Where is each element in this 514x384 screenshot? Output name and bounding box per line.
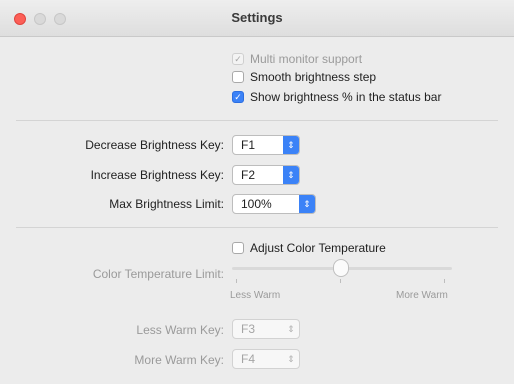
multi-monitor-label: Multi monitor support <box>250 52 363 66</box>
more-warm-key-label: More Warm Key: <box>134 353 224 367</box>
stepper-arrows-icon: ⇕ <box>287 353 295 364</box>
slider-tick <box>340 279 341 283</box>
more-warm-key-value: F4 <box>241 352 256 366</box>
multi-monitor-checkbox: ✓ <box>232 53 244 65</box>
window-title: Settings <box>231 10 283 25</box>
title-bar[interactable]: Settings <box>0 0 514 37</box>
more-warm-key-select[interactable]: F4 ⇕ <box>232 349 300 369</box>
stepper-arrows-icon: ⇕ <box>299 195 315 213</box>
decrease-key-select[interactable]: F1 ⇕ <box>232 135 300 155</box>
less-warm-key-label: Less Warm Key: <box>136 323 224 337</box>
increase-key-value: F2 <box>241 168 256 182</box>
smooth-step-option[interactable]: Smooth brightness step <box>232 69 376 85</box>
max-limit-label: Max Brightness Limit: <box>109 197 224 211</box>
decrease-key-value: F1 <box>241 138 256 152</box>
adjust-color-temp-option[interactable]: Adjust Color Temperature <box>232 240 386 256</box>
slider-min-label: Less Warm <box>230 290 281 301</box>
multi-monitor-option: ✓ Multi monitor support <box>232 51 362 67</box>
decrease-key-label: Decrease Brightness Key: <box>85 138 224 152</box>
max-limit-value: 100% <box>241 197 272 211</box>
less-warm-key-select[interactable]: F3 ⇕ <box>232 319 300 339</box>
slider-max-label: More Warm <box>396 290 448 301</box>
stepper-arrows-icon: ⇕ <box>283 136 299 154</box>
color-temp-slider-knob[interactable] <box>333 259 349 277</box>
less-warm-key-value: F3 <box>241 322 256 336</box>
divider <box>16 227 498 228</box>
divider <box>16 120 498 121</box>
adjust-color-temp-checkbox[interactable] <box>232 242 244 254</box>
increase-key-label: Increase Brightness Key: <box>90 168 224 182</box>
smooth-step-checkbox[interactable] <box>232 71 244 83</box>
slider-tick <box>444 279 445 283</box>
increase-key-select[interactable]: F2 ⇕ <box>232 165 300 185</box>
show-percent-checkbox[interactable]: ✓ <box>232 91 244 103</box>
slider-tick <box>236 279 237 283</box>
settings-window: Settings ✓ Multi monitor support Smooth … <box>0 0 514 384</box>
stepper-arrows-icon: ⇕ <box>283 166 299 184</box>
adjust-color-temp-label[interactable]: Adjust Color Temperature <box>250 241 386 255</box>
show-percent-option[interactable]: ✓ Show brightness % in the status bar <box>232 89 441 105</box>
color-temp-limit-label: Color Temperature Limit: <box>92 267 224 281</box>
show-percent-label[interactable]: Show brightness % in the status bar <box>250 90 441 104</box>
smooth-step-label[interactable]: Smooth brightness step <box>250 70 376 84</box>
stepper-arrows-icon: ⇕ <box>287 323 295 334</box>
max-limit-select[interactable]: 100% ⇕ <box>232 194 316 214</box>
